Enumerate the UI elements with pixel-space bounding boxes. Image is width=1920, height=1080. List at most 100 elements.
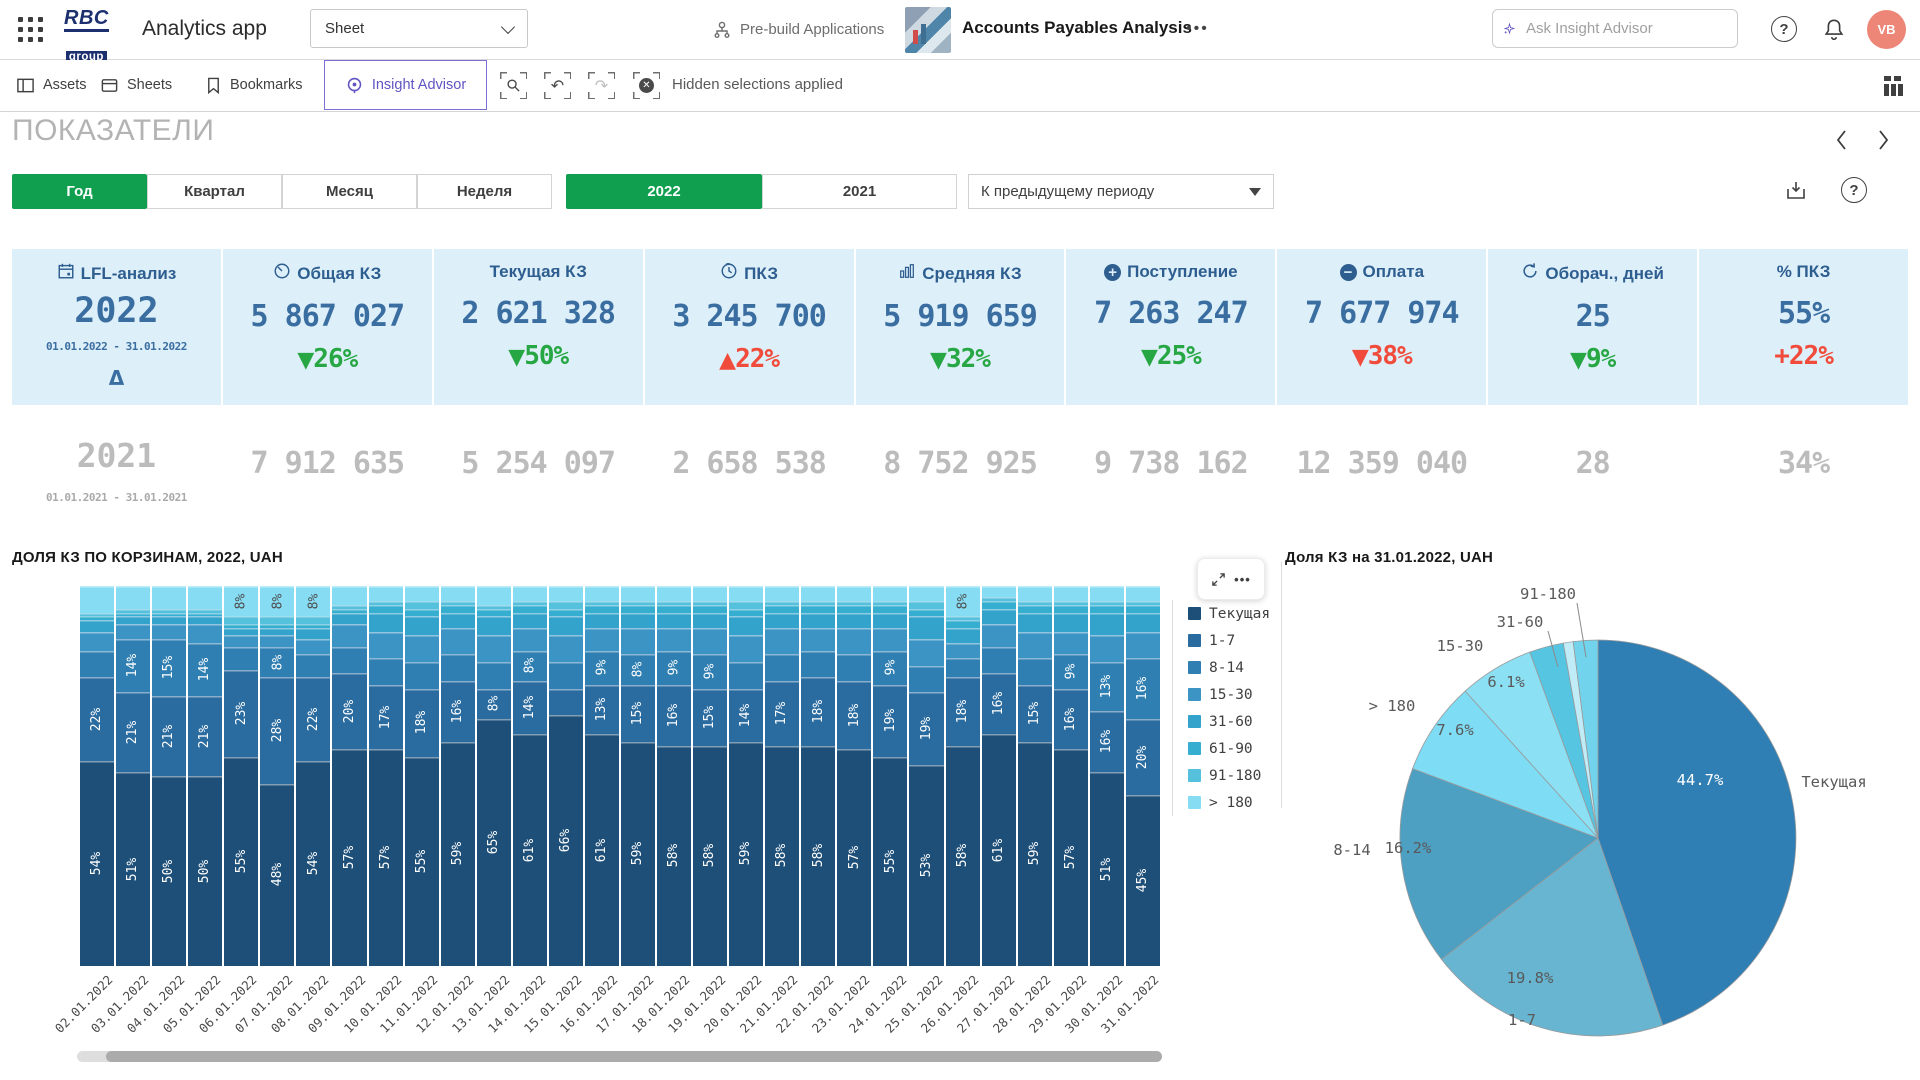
bar-segment-61-90[interactable]: [405, 609, 439, 617]
bar-segment-> 180[interactable]: [549, 586, 583, 601]
bar-segment-8-14[interactable]: 9%: [693, 654, 727, 688]
undo-selection-button[interactable]: ↶: [544, 72, 571, 99]
bar-segment-61-90[interactable]: [188, 613, 222, 617]
bar-segment-91-180[interactable]: [513, 601, 547, 605]
bar-16.01.2022[interactable]: 61%13%9%: [585, 586, 619, 966]
bar-segment-Текущая[interactable]: 53%: [909, 765, 943, 966]
bar-segment-31-60[interactable]: [1090, 613, 1124, 636]
bar-segment-8-14[interactable]: [837, 654, 871, 681]
bar-segment-15-30[interactable]: [441, 628, 475, 655]
bar-segment-1-7[interactable]: 16%: [441, 681, 475, 742]
assets-button[interactable]: Assets: [16, 60, 87, 110]
bar-04.01.2022[interactable]: 50%21%15%: [152, 586, 186, 966]
bar-segment-31-60[interactable]: [1054, 613, 1088, 632]
bar-segment-Текущая[interactable]: 59%: [621, 742, 655, 966]
filter-period-mesyac[interactable]: Месяц: [282, 174, 417, 209]
bar-segment-61-90[interactable]: [873, 605, 907, 613]
bar-segment-31-60[interactable]: [513, 613, 547, 628]
bar-segment-Текущая[interactable]: 65%: [477, 719, 511, 966]
bar-segment-15-30[interactable]: [729, 635, 763, 662]
bar-segment-91-180[interactable]: [549, 601, 583, 609]
bar-segment-Текущая[interactable]: 54%: [80, 761, 114, 966]
bar-segment-91-180[interactable]: [801, 601, 835, 605]
compare-period-dropdown[interactable]: К предыдущему периоду: [968, 174, 1274, 209]
breadcrumb-prebuild-applications[interactable]: Pre-build Applications: [712, 0, 884, 59]
bar-segment-15-30[interactable]: [513, 628, 547, 651]
bar-segment-Текущая[interactable]: 59%: [441, 742, 475, 966]
bar-segment-8-14[interactable]: [441, 654, 475, 681]
bar-segment-> 180[interactable]: [837, 586, 871, 601]
bar-segment-1-7[interactable]: 19%: [909, 692, 943, 764]
bar-22.01.2022[interactable]: 58%18%: [801, 586, 835, 966]
bar-segment-> 180[interactable]: [116, 586, 150, 609]
search-input[interactable]: [1524, 19, 1727, 38]
bar-segment-31-60[interactable]: [657, 613, 691, 628]
bar-03.01.2022[interactable]: 51%21%14%: [116, 586, 150, 966]
app-thumbnail[interactable]: [905, 7, 951, 53]
bar-segment-1-7[interactable]: 17%: [765, 681, 799, 746]
bar-segment-61-90[interactable]: [657, 605, 691, 613]
bar-segment-8-14[interactable]: [549, 662, 583, 689]
bar-segment-> 180[interactable]: [982, 586, 1016, 597]
chart-menu-icon[interactable]: •••: [1234, 572, 1251, 587]
bar-segment-1-7[interactable]: 21%: [116, 692, 150, 772]
bar-segment-1-7[interactable]: 16%: [1090, 711, 1124, 772]
bar-segment-> 180[interactable]: [441, 586, 475, 601]
bar-segment-> 180[interactable]: [909, 586, 943, 601]
bar-segment-15-30[interactable]: [585, 628, 619, 651]
bar-segment-> 180[interactable]: 8%: [224, 586, 258, 616]
bar-segment-1-7[interactable]: 14%: [729, 689, 763, 742]
bar-segment-15-30[interactable]: [1018, 632, 1052, 659]
bar-segment-Текущая[interactable]: 58%: [801, 746, 835, 966]
bar-segment-61-90[interactable]: [621, 605, 655, 613]
bar-segment-91-180[interactable]: [1018, 601, 1052, 605]
bar-segment-8-14[interactable]: [369, 658, 403, 685]
bar-segment-91-180[interactable]: [621, 601, 655, 605]
bar-segment-8-14[interactable]: 16%: [1126, 658, 1160, 719]
bar-segment-91-180[interactable]: [116, 609, 150, 613]
bar-segment-61-90[interactable]: [80, 616, 114, 620]
bar-05.01.2022[interactable]: 50%21%14%: [188, 586, 222, 966]
kpi-card[interactable]: Оборач., дней25▼9%: [1488, 249, 1697, 405]
kpi-card[interactable]: −Оплата7 677 974▼38%: [1277, 249, 1486, 405]
bar-segment-61-90[interactable]: [982, 601, 1016, 609]
bar-segment-8-14[interactable]: 8%: [513, 651, 547, 681]
bar-segment-1-7[interactable]: 21%: [152, 696, 186, 776]
bar-segment-31-60[interactable]: [116, 616, 150, 624]
kpi-card[interactable]: Текущая КЗ2 621 328▼50%: [434, 249, 643, 405]
bar-23.01.2022[interactable]: 57%18%: [837, 586, 871, 966]
bar-segment-61-90[interactable]: [946, 620, 980, 628]
bar-segment-91-180[interactable]: [405, 601, 439, 609]
bar-segment-8-14[interactable]: [909, 666, 943, 693]
bar-segment-15-30[interactable]: [188, 624, 222, 643]
bar-segment-31-60[interactable]: [982, 609, 1016, 624]
bar-segment-Текущая[interactable]: 61%: [585, 734, 619, 966]
bookmarks-button[interactable]: Bookmarks: [205, 60, 303, 110]
bar-segment-61-90[interactable]: [837, 605, 871, 613]
sheet-layout-icon[interactable]: [1881, 75, 1905, 97]
bar-segment-> 180[interactable]: [369, 586, 403, 601]
bar-segment-15-30[interactable]: [1090, 635, 1124, 662]
bar-segment-15-30[interactable]: [1054, 632, 1088, 655]
bar-segment-Текущая[interactable]: 58%: [765, 746, 799, 966]
bar-segment-Текущая[interactable]: 51%: [116, 772, 150, 966]
bar-segment-61-90[interactable]: [260, 624, 294, 628]
bar-segment-31-60[interactable]: [909, 616, 943, 639]
bar-segment-61-90[interactable]: [332, 609, 366, 613]
bar-segment-> 180[interactable]: [477, 586, 511, 605]
bar-segment-> 180[interactable]: [873, 586, 907, 601]
bar-06.01.2022[interactable]: 55%23%8%: [224, 586, 258, 966]
bar-segment-Текущая[interactable]: 59%: [1018, 742, 1052, 966]
bar-segment-31-60[interactable]: [946, 628, 980, 643]
bar-segment-> 180[interactable]: [152, 586, 186, 609]
bar-segment-8-14[interactable]: [946, 658, 980, 677]
bar-segment-1-7[interactable]: 14%: [513, 681, 547, 734]
bar-segment-61-90[interactable]: [152, 613, 186, 617]
bar-segment-31-60[interactable]: [260, 628, 294, 636]
bar-25.01.2022[interactable]: 53%19%: [909, 586, 943, 966]
bar-segment-91-180[interactable]: [1090, 601, 1124, 605]
chart-scrollbar-thumb[interactable]: [106, 1051, 1162, 1062]
bar-segment-8-14[interactable]: 8%: [621, 654, 655, 684]
kpi-card[interactable]: Средняя КЗ5 919 659▼32%: [856, 249, 1065, 405]
bar-07.01.2022[interactable]: 48%28%8%8%: [260, 586, 294, 966]
